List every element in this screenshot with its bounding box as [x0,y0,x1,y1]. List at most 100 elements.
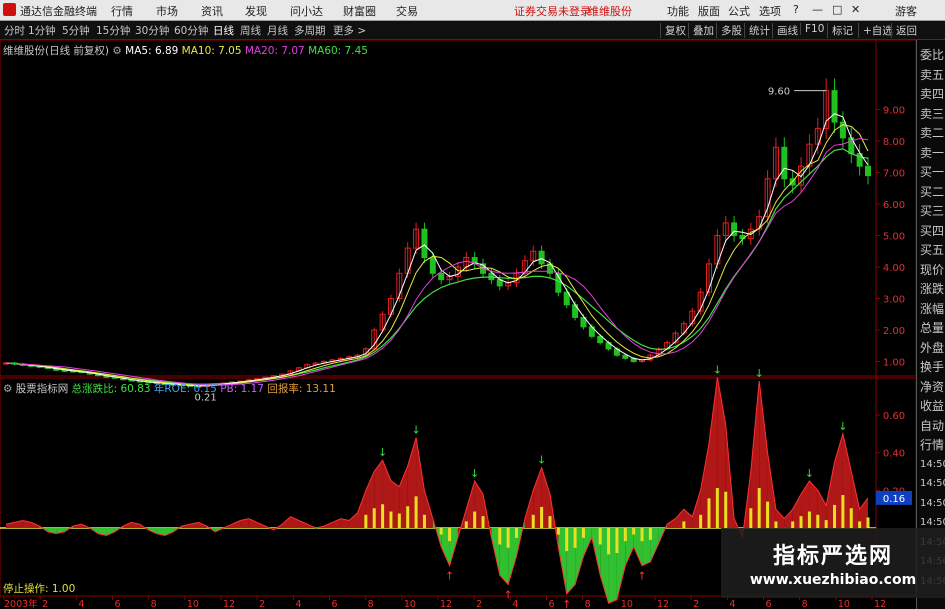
x-tick-label: 4 [729,599,735,609]
side-panel-label: 收益 [920,399,945,413]
high-price-label: 9.60 [768,87,790,98]
indicator-bar [858,521,862,528]
indicator-bar [414,496,418,528]
total-ratio-label: 总涨跌比: 60.83 [71,383,151,395]
indicator-bar [715,488,719,528]
settings-icon[interactable]: ⚙ [3,383,12,395]
indicator-name: 股票指标网 [15,383,69,395]
indicator-tick-label: 0.60 [883,411,905,422]
indicator-bar [724,491,728,528]
side-panel-label: 自动 [920,418,945,433]
indicator-legend: ⚙ 股票指标网 总涨跌比: 60.83 年ROE: 0.15 PB: 1.17 … [3,381,336,396]
x-tick-label: 2 [693,599,699,609]
indicator-bar [464,521,468,528]
price-tick-label: 6.00 [883,200,905,211]
x-tick-label: 12 [874,599,886,609]
indicator-bar [866,517,870,528]
side-panel-label: 涨跌 [920,282,945,296]
x-tick-label: 4 [78,599,84,609]
side-panel-label: 14:50 [920,497,945,509]
sell-arrow-icon: ↓ [411,424,420,437]
indicator-area-segment [231,520,241,528]
indicator-bar [498,528,502,545]
indicator-bar [807,511,811,528]
price-tick-label: 1.00 [883,358,905,369]
indicator-bar [632,528,636,535]
indicator-bar [531,514,535,528]
x-tick-label: 2003年 [4,598,38,609]
side-panel-label: 买二 [920,184,945,199]
candle-body [429,257,436,274]
indicator-bar [548,516,552,528]
indicator-bar [506,528,510,548]
sell-arrow-icon: ↓ [838,420,847,433]
indicator-bar [849,508,853,528]
x-tick-label: 6 [115,599,121,609]
x-tick-label: 8 [585,599,591,609]
price-tick-label: 8.00 [883,137,905,148]
indicator-bar [381,504,385,528]
indicator-bar [766,501,770,528]
indicator-bar [573,528,577,548]
ma60-line [5,148,869,385]
indicator-bar [565,528,569,552]
roe-label: 年ROE: 0.15 [153,383,217,395]
x-tick-label: 2 [42,599,48,609]
x-tick-label: 12 [657,599,669,609]
x-tick-label: 8 [151,599,157,609]
indicator-bar [581,528,585,538]
candle-body [538,250,545,265]
side-panel-label: 卖四 [920,87,945,101]
pb-label: PB: 1.17 [220,383,264,395]
watermark: 指标严选网 www.xuezhibiao.com [721,528,945,598]
sell-arrow-icon: ↓ [378,446,387,459]
side-panel-label: 卖五 [920,67,945,82]
price-tick-label: 3.00 [883,295,905,306]
x-tick-label: 8 [368,599,374,609]
indicator-bar [707,498,711,528]
indicator-bar [439,528,443,535]
indicator-area-segment [349,512,358,528]
side-panel-label: 委比 [920,48,945,62]
ma10-line [5,124,869,387]
indicator-bar [515,528,519,538]
indicator-bar [824,520,828,528]
candle-body [831,90,838,123]
indicator-bar [841,495,845,528]
ma20-label: MA20: 7.07 [244,45,305,57]
candle-body [622,354,629,359]
sell-arrow-icon: ↓ [470,467,479,480]
ma5-label: MA5: 6.89 [125,45,179,57]
indicator-bar [648,528,652,540]
side-panel-label: 外盘 [920,340,945,355]
indicator-bar [448,528,452,542]
x-tick-label: 10 [838,599,850,609]
side-panel-label: 14:50 [920,478,945,489]
indicator-bar [556,528,560,535]
kline-chart[interactable]: 9.00 8.00 7.00 6.00 5.00 4.00 3.00 2.00 1.00 9.60… [0,0,945,609]
x-tick-label: 2 [259,599,265,609]
x-tick-label: 2 [476,599,482,609]
price-tick-label: 5.00 [883,232,905,243]
sell-arrow-icon: ↓ [805,467,814,480]
side-panel-label: 换手 [920,360,945,374]
side-panel-label: 买一 [920,165,945,179]
candle-body [781,146,788,180]
candle-body [421,228,428,259]
x-tick-label: 6 [766,599,772,609]
price-tick-label: 4.00 [883,263,905,274]
ma60-label: MA60: 7.45 [308,45,368,57]
indicator-bar [799,516,803,528]
x-tick-label: 4 [512,599,518,609]
indicator-bar [481,516,485,528]
indicator-bar [473,511,477,528]
indicator-bar [774,521,778,528]
settings-icon[interactable]: ⚙ [112,45,121,57]
indicator-bar [540,506,544,528]
x-tick-label: 10 [621,599,633,609]
buy-arrow-icon: ↑ [445,570,454,583]
quote-side-panel: 委比 卖五 卖四 卖三 卖二 卖一 买一 买二 买三 买四 买五 现价 涨跌 涨幅 总量 外盘 换手 净资 收益 自动… [916,40,945,609]
indicator-tick-label: 0.40 [883,449,905,460]
candle-body [438,272,445,281]
buy-arrow-icon: ↑ [562,598,571,609]
